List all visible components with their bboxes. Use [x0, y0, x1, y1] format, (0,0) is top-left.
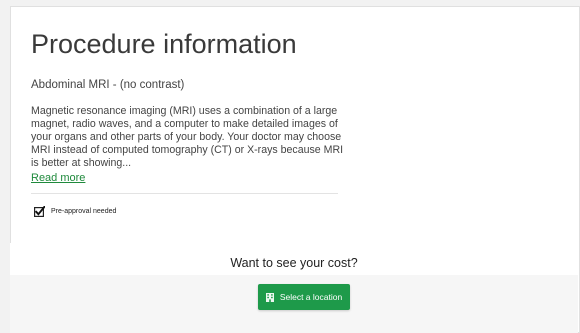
procedure-description: Magnetic resonance imaging (MRI) uses a …	[31, 105, 344, 169]
procedure-name: Abdominal MRI - (no contrast)	[31, 79, 185, 91]
cost-prompt: Want to see your cost?	[230, 256, 358, 270]
select-location-button[interactable]: Select a location	[258, 284, 350, 310]
preapproval-indicator: Pre-approval needed	[34, 206, 116, 217]
divider	[31, 193, 338, 194]
page-title: Procedure information	[31, 29, 297, 59]
checkbox-checked-icon	[34, 206, 45, 217]
cost-section: Want to see your cost? Select a location	[10, 243, 578, 333]
select-location-label: Select a location	[279, 292, 343, 302]
preapproval-label: Pre-approval needed	[51, 208, 117, 215]
read-more-link[interactable]: Read more	[31, 172, 85, 184]
building-icon	[265, 292, 274, 302]
